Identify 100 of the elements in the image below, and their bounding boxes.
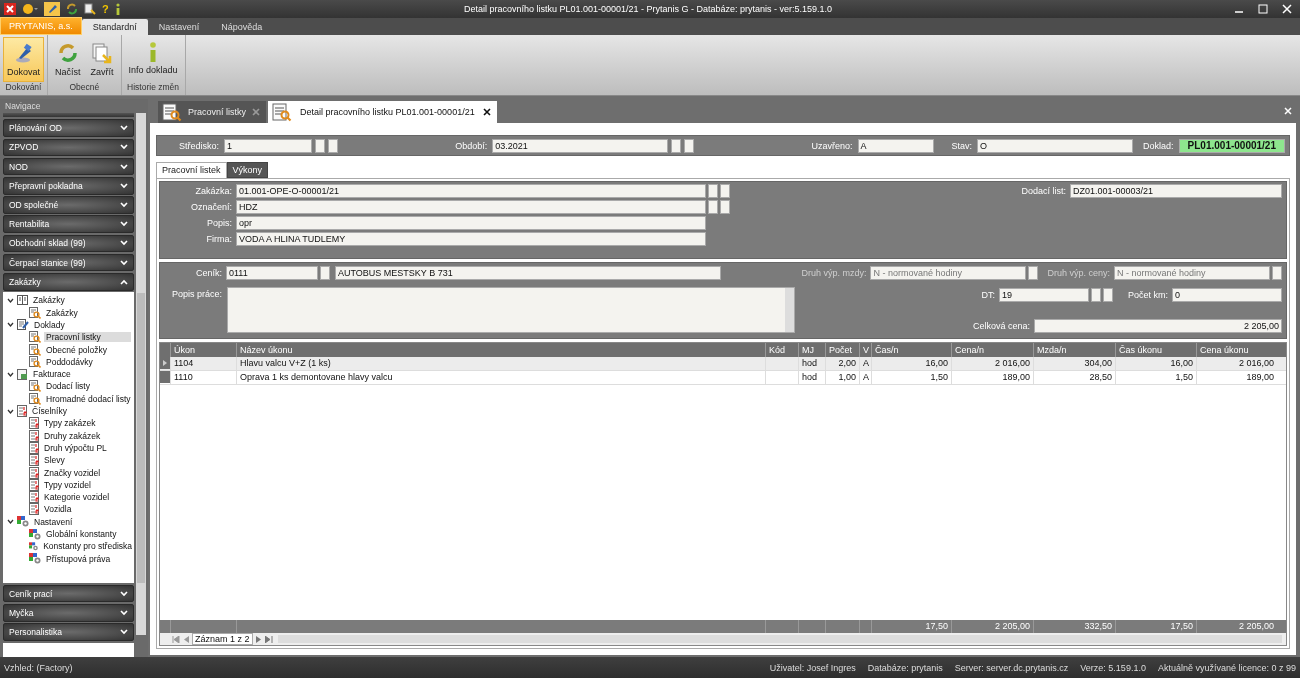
tree-item[interactable]: Konstanty pro střediska: [41, 541, 134, 552]
field-label: Označení:: [189, 202, 233, 212]
lookup-button[interactable]: [320, 266, 330, 280]
close-icon[interactable]: [482, 108, 491, 116]
tree-item[interactable]: Fakturace: [31, 369, 73, 380]
chevron-icon[interactable]: [7, 321, 14, 329]
input-field[interactable]: PL01.001-00001/21: [1178, 138, 1285, 153]
input-field[interactable]: 0111: [226, 266, 318, 280]
tree-item[interactable]: Pracovní listky: [44, 332, 131, 343]
navigation-section[interactable]: Myčka: [3, 604, 134, 622]
status-text: Vzhled: (Factory): [4, 662, 73, 673]
tree-item[interactable]: Globální konstanty: [44, 529, 119, 540]
navigation-section[interactable]: ZPVOD: [3, 138, 134, 157]
tree-item[interactable]: Druhy zakázek: [42, 430, 103, 441]
help-icon[interactable]: ?: [102, 3, 109, 15]
tree-item[interactable]: Typy zakázek: [42, 418, 98, 429]
input-field[interactable]: opr: [236, 216, 706, 230]
input-field[interactable]: 01.001-OPE-O-00001/21: [236, 184, 706, 198]
tree-item[interactable]: Typy vozidel: [42, 479, 93, 490]
first-record-icon[interactable]: [172, 635, 180, 643]
table-row[interactable]: 1104 Hlavu valcu V+Z (1 ks) hod 2,00 A 16,00 2 016,00 304,00 16,00 2 016,00: [160, 357, 1286, 371]
next-record-icon[interactable]: [255, 635, 262, 643]
ribbon-button[interactable]: Zavřít: [86, 37, 118, 82]
navigation-section[interactable]: Personalistika: [3, 623, 134, 641]
ribbon-tab[interactable]: Nastavení: [147, 19, 211, 35]
ribbon-button[interactable]: Info dokladu: [124, 37, 182, 82]
tree-item[interactable]: Značky vozidel: [42, 467, 103, 478]
info-icon[interactable]: [114, 3, 121, 15]
navigation-section[interactable]: Čerpací stanice (99): [3, 253, 134, 272]
input-field[interactable]: 0: [1172, 288, 1282, 302]
navigation-section[interactable]: Ceník prací: [3, 584, 134, 603]
dropdown-button[interactable]: [1028, 266, 1039, 280]
tree-item[interactable]: Vozidla: [42, 504, 74, 515]
input-field[interactable]: AUTOBUS MESTSKY B 731: [335, 266, 721, 280]
input-field[interactable]: 19: [999, 288, 1089, 302]
input-field[interactable]: 1: [224, 138, 313, 153]
input-field[interactable]: A: [857, 138, 934, 153]
lookup-button[interactable]: [671, 138, 682, 153]
tab[interactable]: Pracovní listek: [156, 162, 227, 178]
tree-item[interactable]: Poddodávky: [44, 356, 95, 367]
document-tab[interactable]: Pracovní listky: [158, 101, 267, 123]
clear-button[interactable]: [684, 138, 695, 153]
input-field[interactable]: 03.2021: [492, 138, 669, 153]
previous-record-icon[interactable]: [183, 635, 189, 643]
navigation-section[interactable]: Zakázky: [3, 273, 134, 291]
tree-item[interactable]: Zakázky: [44, 307, 80, 318]
tree-item[interactable]: Přístupová práva: [44, 553, 113, 564]
navigation-section[interactable]: Přepravní pokladna: [3, 177, 134, 195]
navigation-section[interactable]: Plánování OD: [3, 119, 134, 137]
chevron-icon[interactable]: [7, 370, 14, 378]
close-app-icon[interactable]: [4, 3, 16, 15]
tab[interactable]: Výkony: [226, 162, 269, 178]
tree-item[interactable]: Zakázky: [31, 295, 67, 306]
pin-icon[interactable]: [44, 2, 60, 16]
text-area[interactable]: [227, 287, 795, 333]
lookup-button[interactable]: [708, 184, 718, 198]
lookup-button[interactable]: [708, 200, 718, 214]
tree-item[interactable]: Kategorie vozidel: [42, 492, 112, 503]
input-field[interactable]: O: [977, 138, 1134, 153]
clear-button[interactable]: [720, 184, 730, 198]
lookup-button[interactable]: [315, 138, 326, 153]
chevron-icon[interactable]: [7, 518, 14, 526]
last-record-icon[interactable]: [264, 635, 273, 643]
input-field[interactable]: 2 205,00: [1034, 319, 1282, 333]
tree-item[interactable]: Obecné položky: [44, 344, 109, 355]
scrollbar[interactable]: [785, 288, 794, 332]
dropdown-button[interactable]: [1272, 266, 1282, 280]
ribbon-button[interactable]: Načíst: [51, 37, 85, 82]
window-title: Detail pracovního listku PL01.001-00001/21 - Prytanis G - Databáze: prytanis - ver:5.159.1.0: [462, 4, 834, 14]
tree-item[interactable]: Doklady: [32, 320, 67, 330]
tree-item[interactable]: Číselníky: [30, 406, 69, 417]
document-icon[interactable]: [84, 3, 96, 15]
chevron-icon[interactable]: [7, 296, 14, 304]
lookup-button[interactable]: [1091, 288, 1101, 302]
navigation-section[interactable]: Rentabilita: [3, 215, 134, 233]
tree-item[interactable]: Slevy: [42, 455, 67, 466]
clear-button[interactable]: [328, 138, 339, 153]
input-field[interactable]: HDZ: [236, 200, 706, 214]
ribbon-tab[interactable]: Standardní: [81, 19, 148, 35]
navigation-section[interactable]: Obchodní sklad (99): [3, 234, 134, 253]
orb-icon[interactable]: [22, 3, 38, 15]
maximize-icon[interactable]: [1258, 4, 1268, 14]
clear-button[interactable]: [1103, 288, 1113, 302]
dock-button[interactable]: Dokovat: [3, 37, 45, 82]
table-row[interactable]: 1110 Oprava 1 ks demontovane hlavy valcu hod 1,00 A 1,50 189,00 28,50 1,50 189,00: [160, 371, 1286, 385]
tree-item[interactable]: Nastavení: [32, 516, 75, 527]
document-tab[interactable]: Detail pracovního listku PL01.001-00001/21: [268, 101, 497, 123]
clear-button[interactable]: [720, 200, 730, 214]
row-indicator[interactable]: [160, 357, 170, 369]
refresh-icon[interactable]: [66, 3, 78, 15]
tree-item[interactable]: Hromadné dodací listy: [44, 393, 133, 404]
navigation-section[interactable]: OD společné: [3, 196, 134, 214]
input-field[interactable]: DZ01.001-00003/21: [1070, 184, 1282, 198]
input-field[interactable]: VODA A HLINA TUDLEMY: [236, 232, 706, 246]
ribbon-tab[interactable]: Nápověda: [210, 19, 274, 35]
tree-item[interactable]: Dodací listy: [44, 381, 92, 392]
tree-item[interactable]: Druh výpočtu PL: [42, 442, 109, 453]
scrollbar[interactable]: [136, 113, 146, 635]
navigation-section[interactable]: NOD: [3, 157, 134, 176]
chevron-icon[interactable]: [7, 407, 14, 415]
